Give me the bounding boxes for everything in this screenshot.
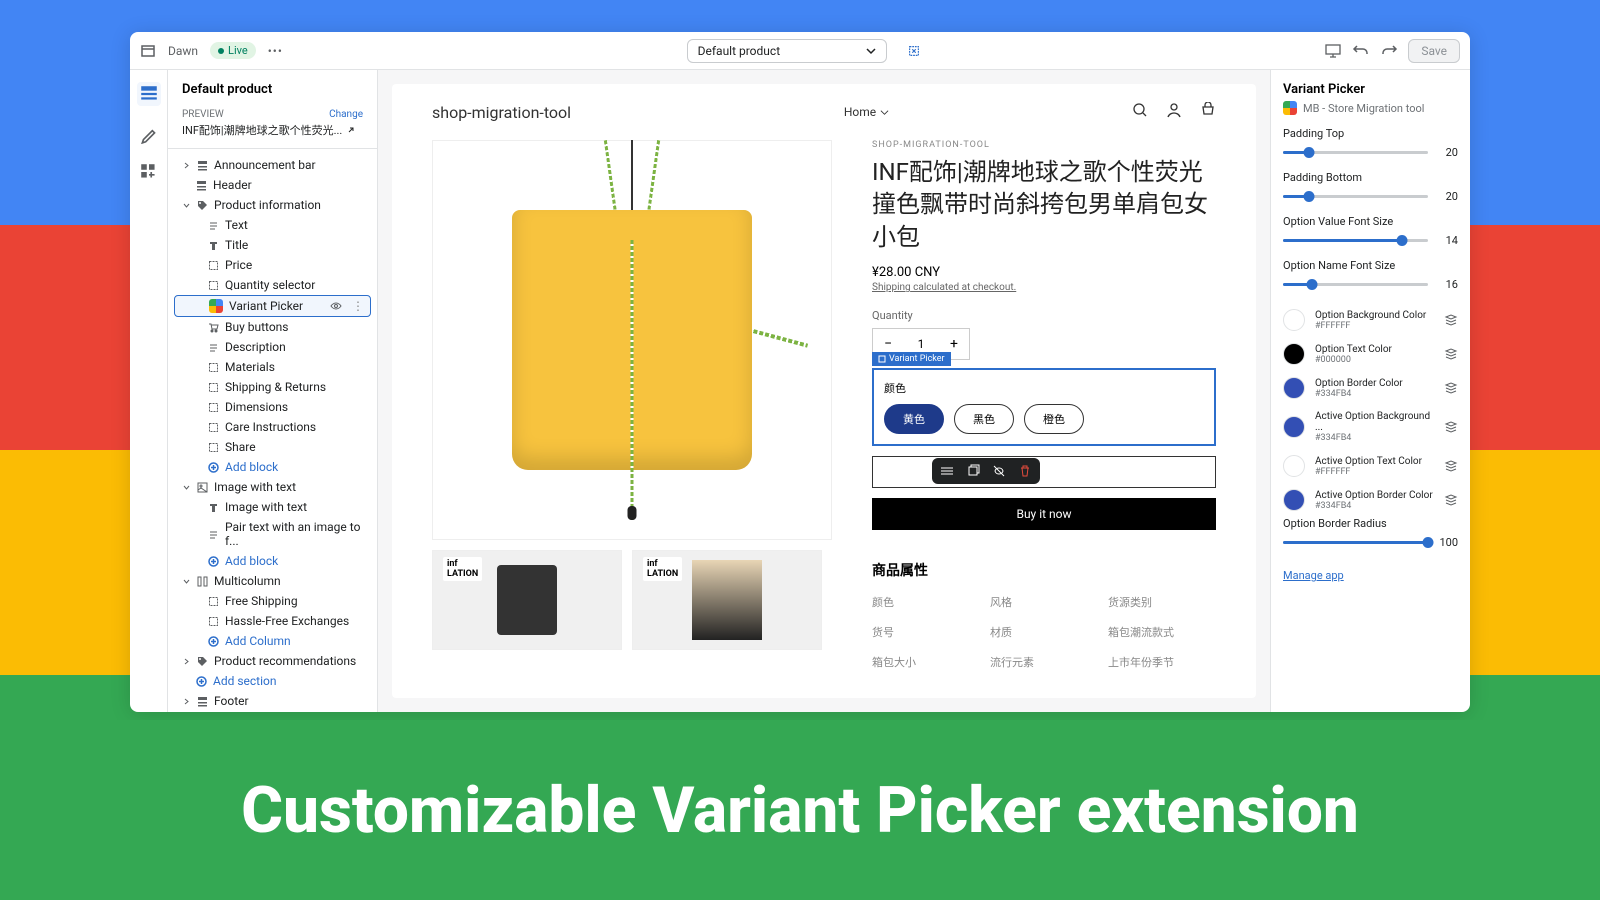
live-badge: Live [210, 42, 256, 59]
tree-item[interactable]: Product information [168, 195, 377, 215]
tree-item[interactable]: Text [168, 215, 377, 235]
variant-picker-block[interactable]: Variant Picker 颜色 黄色黑色橙色 [872, 368, 1216, 446]
template-title: Default product [168, 70, 377, 109]
product-price: ¥28.00 CNY [872, 265, 1216, 280]
tree-item[interactable]: Add block [168, 551, 377, 571]
pin-icon[interactable] [907, 44, 921, 58]
redo-icon[interactable] [1380, 42, 1398, 60]
buy-now-button[interactable]: Buy it now [872, 498, 1216, 530]
color-setting[interactable]: Active Option Background ...#334FB4 [1283, 405, 1458, 449]
delete-icon[interactable] [1018, 464, 1032, 478]
tree-item[interactable]: Footer [168, 691, 377, 711]
slider[interactable] [1283, 239, 1428, 242]
stack-icon [1444, 459, 1458, 473]
cart-icon[interactable] [1200, 102, 1216, 122]
color-setting[interactable]: Option Background Color#FFFFFF [1283, 303, 1458, 337]
undo-icon[interactable] [1352, 42, 1370, 60]
slider[interactable] [1283, 151, 1428, 154]
variant-option[interactable]: 黄色 [884, 404, 944, 434]
more-menu[interactable]: ••• [268, 44, 283, 58]
exit-icon[interactable] [140, 43, 156, 59]
shop-name: shop-migration-tool [432, 103, 571, 122]
settings-panel: Variant Picker MB - Store Migration tool… [1270, 70, 1470, 712]
hide-icon[interactable] [992, 464, 1006, 478]
block-toolbar [932, 458, 1040, 484]
tree-item[interactable]: Care Instructions [168, 417, 377, 437]
change-link[interactable]: Change [329, 109, 363, 120]
nav-home[interactable]: Home [844, 105, 889, 119]
slider[interactable] [1283, 283, 1428, 286]
preview-product-name[interactable]: INF配饰|潮牌地球之歌个性荧光... [182, 122, 363, 138]
tree-item[interactable]: Pair text with an image to f... [168, 517, 377, 551]
tree-item[interactable]: Add Column [168, 631, 377, 651]
add-to-cart-button[interactable] [872, 456, 1216, 488]
tree-item[interactable]: Shipping & Returns [168, 377, 377, 397]
tree-item[interactable]: Quantity selector [168, 275, 377, 295]
product-thumb[interactable]: infLATION [632, 550, 822, 650]
stack-icon [1444, 493, 1458, 507]
stack-icon [1444, 420, 1458, 434]
tree-item[interactable]: Title [168, 235, 377, 255]
slider[interactable] [1283, 195, 1428, 198]
vendor: SHOP-MIGRATION-TOOL [872, 140, 1216, 150]
stack-icon [1444, 347, 1458, 361]
search-icon[interactable] [1132, 102, 1148, 122]
tree-item[interactable]: Header [168, 175, 377, 195]
topbar: Dawn Live ••• Default product Save [130, 32, 1470, 70]
block-icon [878, 355, 886, 363]
radius-slider[interactable] [1283, 541, 1428, 544]
tree-item[interactable]: Image with text [168, 477, 377, 497]
tree-item[interactable]: Share [168, 437, 377, 457]
stack-icon [1444, 313, 1458, 327]
color-setting[interactable]: Option Border Color#334FB4 [1283, 371, 1458, 405]
tree-item[interactable]: Materials [168, 357, 377, 377]
tree-item[interactable]: Price [168, 255, 377, 275]
theme-settings-icon[interactable] [139, 124, 159, 144]
chevron-down-icon [880, 108, 889, 117]
sections-icon[interactable] [137, 82, 161, 106]
color-setting[interactable]: Active Option Text Color#FFFFFF [1283, 449, 1458, 483]
app-source: MB - Store Migration tool [1283, 101, 1458, 115]
sections-panel: Default product PREVIEWChange INF配饰|潮牌地球… [168, 70, 378, 712]
tree-item[interactable]: Dimensions [168, 397, 377, 417]
tree-item[interactable]: Free Shipping [168, 591, 377, 611]
desktop-icon[interactable] [1324, 42, 1342, 60]
settings-icon[interactable] [940, 464, 954, 478]
color-setting[interactable]: Option Text Color#000000 [1283, 337, 1458, 371]
apps-icon[interactable] [139, 162, 159, 182]
tree-item[interactable]: Announcement bar [168, 155, 377, 175]
tree-item[interactable]: Product recommendations [168, 651, 377, 671]
external-icon [346, 125, 356, 135]
template-select[interactable]: Default product [687, 39, 887, 63]
tree-item[interactable]: Description [168, 337, 377, 357]
theme-name: Dawn [168, 44, 198, 58]
manage-app-link[interactable]: Manage app [1283, 569, 1344, 582]
shipping-note: Shipping calculated at checkout. [872, 282, 1216, 293]
duplicate-icon[interactable] [966, 464, 980, 478]
tree-item[interactable]: Hassle-Free Exchanges [168, 611, 377, 631]
tree-item[interactable]: Add block [168, 457, 377, 477]
tree-item[interactable]: Image with text [168, 497, 377, 517]
color-setting[interactable]: Active Option Border Color#334FB4 [1283, 483, 1458, 517]
tree-item[interactable]: Buy buttons [168, 317, 377, 337]
preview-pane: shop-migration-tool Home infLATI [378, 70, 1270, 712]
stack-icon [1444, 381, 1458, 395]
editor-app: Dawn Live ••• Default product Save Defau… [130, 32, 1470, 712]
variant-option[interactable]: 黑色 [954, 404, 1014, 434]
product-image [432, 140, 832, 540]
tree-item[interactable]: Add section [168, 671, 377, 691]
chevron-down-icon [866, 46, 876, 56]
variant-option[interactable]: 橙色 [1024, 404, 1084, 434]
tree-item[interactable]: Variant Picker⋮ [174, 295, 371, 317]
tree-item[interactable]: Multicolumn [168, 571, 377, 591]
account-icon[interactable] [1166, 102, 1182, 122]
product-thumb[interactable]: infLATION [432, 550, 622, 650]
product-title: INF配饰|潮牌地球之歌个性荧光撞色飘带时尚斜挎包男单肩包女小包 [872, 156, 1216, 253]
marketing-banner: Customizable Variant Picker extension [0, 720, 1600, 900]
left-rail [130, 70, 168, 712]
save-button[interactable]: Save [1408, 39, 1460, 63]
